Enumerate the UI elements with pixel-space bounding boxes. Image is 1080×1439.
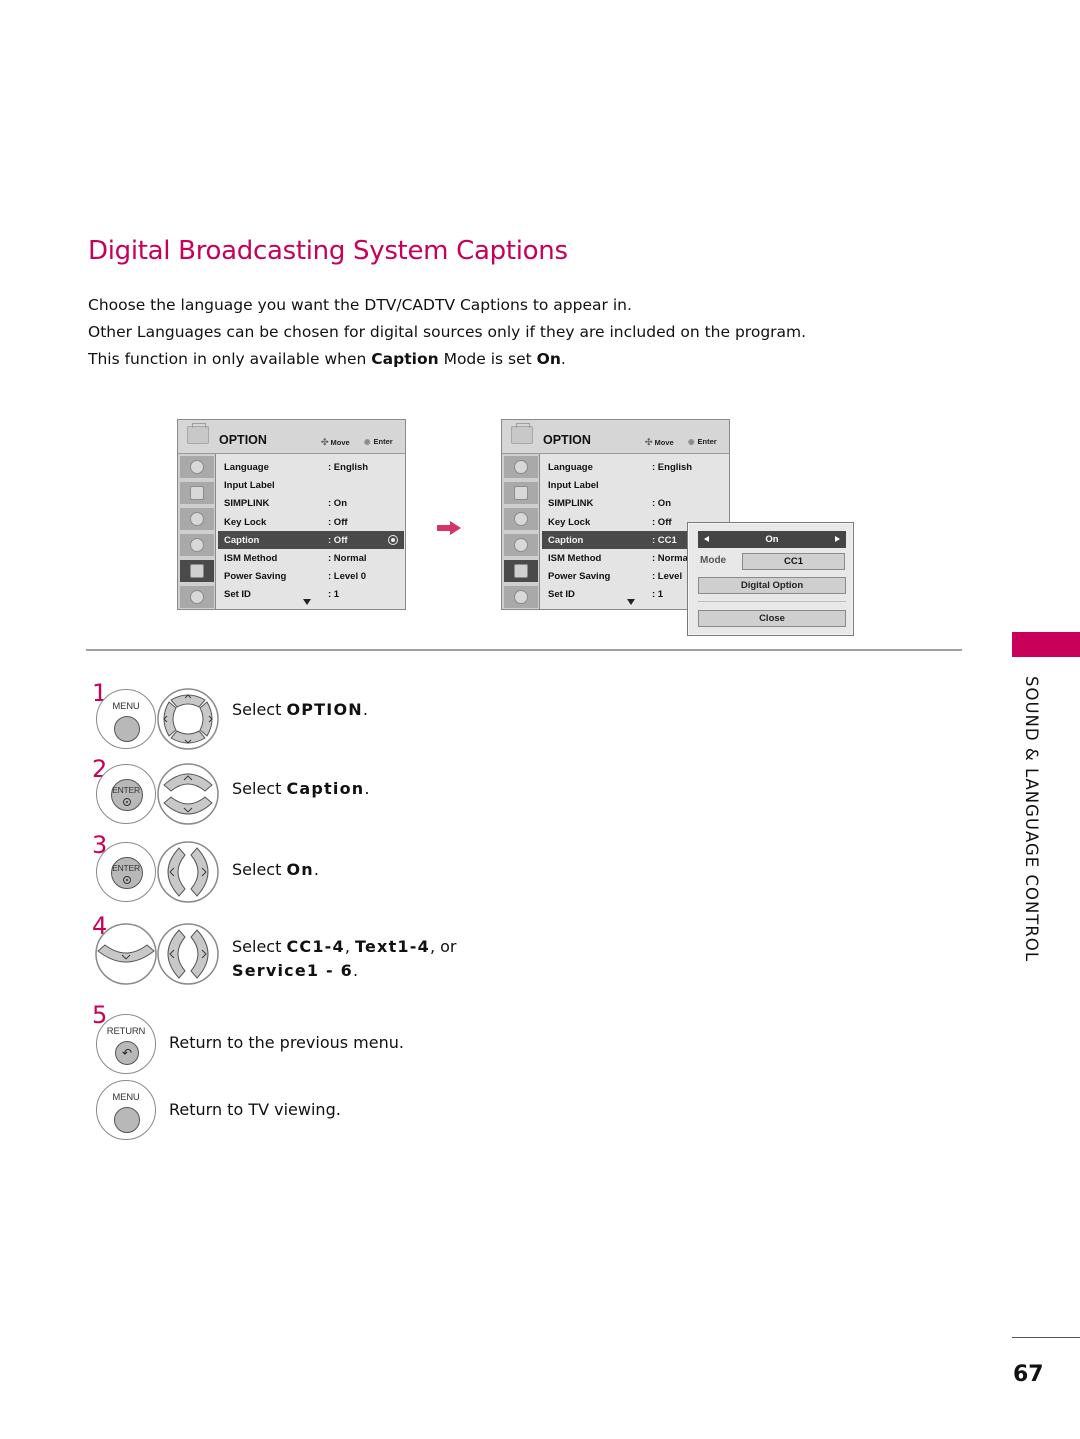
menu-row-input-label[interactable]: Input Label <box>218 476 404 494</box>
section-divider <box>86 649 962 651</box>
menu-row-caption[interactable]: Caption: Off <box>218 530 404 549</box>
enter-hint: ◉ Enter <box>364 437 393 446</box>
enter-dot-icon <box>123 876 131 884</box>
right-triangle-icon[interactable] <box>835 536 840 542</box>
category-picture-icon[interactable] <box>180 482 214 505</box>
page-title: Digital Broadcasting System Captions <box>88 236 568 266</box>
step-2-text: Select Caption. <box>232 779 370 798</box>
category-audio-icon[interactable] <box>180 508 214 531</box>
menu-row-key-lock[interactable]: Key Lock: Off <box>218 513 404 531</box>
option-toolbox-icon <box>511 423 533 444</box>
menu-row-input-label[interactable]: Input Label <box>542 476 728 494</box>
move-arrows-icon: ✣ <box>645 437 653 447</box>
category-lock-icon[interactable] <box>180 586 214 609</box>
scroll-down-arrow-icon[interactable] <box>303 599 311 605</box>
menu-knob-icon <box>114 716 140 742</box>
menu-row-ism-method[interactable]: ISM Method: Normal <box>218 549 404 567</box>
category-time-icon[interactable] <box>180 534 214 557</box>
enter-hint: ◉ Enter <box>688 437 717 446</box>
category-setup-icon[interactable] <box>180 456 214 479</box>
enter-button[interactable]: ENTER <box>96 842 156 902</box>
enter-button[interactable]: ENTER <box>96 764 156 824</box>
return-button[interactable]: RETURN ↶ <box>96 1014 156 1074</box>
enter-radio-icon <box>388 534 398 545</box>
move-hint: ✣ Move <box>321 437 350 447</box>
section-tab-marker <box>1012 632 1080 657</box>
section-label: SOUND & LANGUAGE CONTROL <box>1022 676 1041 963</box>
move-arrows-icon: ✣ <box>321 437 329 447</box>
menu-row-simplink[interactable]: SIMPLINK: On <box>542 494 728 512</box>
scroll-down-arrow-icon[interactable] <box>627 599 635 605</box>
digital-option-button[interactable]: Digital Option <box>698 577 846 594</box>
option-toolbox-icon <box>187 423 209 444</box>
category-picture-icon[interactable] <box>504 482 538 505</box>
caption-state-selector[interactable]: On <box>698 531 846 548</box>
right-arrow-icon <box>437 521 461 535</box>
page-number: 67 <box>1013 1362 1044 1387</box>
enter-dot-icon <box>123 798 131 806</box>
menu-row-power-saving[interactable]: Power Saving: Level 0 <box>218 567 404 585</box>
down-button-icon[interactable] <box>95 923 157 985</box>
menu-button[interactable]: MENU <box>96 689 156 749</box>
up-down-buttons-icon[interactable] <box>157 763 219 825</box>
page-number-rule <box>1012 1337 1080 1338</box>
mode-value-field[interactable]: CC1 <box>742 553 845 570</box>
category-option-icon[interactable] <box>504 560 538 583</box>
enter-dot-icon: ◉ <box>688 437 695 446</box>
menu-row-language[interactable]: Language: English <box>542 458 728 476</box>
osd-title: OPTION <box>543 433 591 447</box>
category-option-icon[interactable] <box>180 560 214 583</box>
intro-text: Choose the language you want the DTV/CAD… <box>88 292 806 373</box>
close-button[interactable]: Close <box>698 610 846 627</box>
popup-divider <box>698 601 846 602</box>
menu-row-set-id[interactable]: Set ID: 1 <box>218 585 404 603</box>
enter-knob-icon <box>111 857 143 889</box>
category-setup-icon[interactable] <box>504 456 538 479</box>
option-list: Language: English Input Label SIMPLINK: … <box>218 458 404 604</box>
step-3-text: Select On. <box>232 860 319 879</box>
intro-line-1: Choose the language you want the DTV/CAD… <box>88 296 632 314</box>
osd-header: OPTION ✣ Move ◉ Enter <box>502 420 729 454</box>
menu-row-language[interactable]: Language: English <box>218 458 404 476</box>
osd-category-sidebar <box>178 454 216 609</box>
move-hint: ✣ Move <box>645 437 674 447</box>
option-menu-before: OPTION ✣ Move ◉ Enter Language: English In… <box>177 419 406 610</box>
enter-dot-icon: ◉ <box>364 437 371 446</box>
menu-button[interactable]: MENU <box>96 1080 156 1140</box>
enter-knob-icon <box>111 779 143 811</box>
return-arrow-icon: ↶ <box>121 1046 133 1060</box>
step-6-text: Return to TV viewing. <box>169 1100 341 1119</box>
left-right-buttons-icon[interactable] <box>157 841 219 903</box>
left-right-buttons-icon[interactable] <box>157 923 219 985</box>
intro-line-3: This function in only available when Cap… <box>88 350 566 368</box>
category-time-icon[interactable] <box>504 534 538 557</box>
caption-popup: On Mode CC1 Digital Option Close <box>687 522 854 636</box>
menu-row-simplink[interactable]: SIMPLINK: On <box>218 494 404 512</box>
step-1-text: Select OPTION. <box>232 700 368 719</box>
mode-label: Mode <box>700 555 727 566</box>
step-4-text: Select CC1-4, Text1-4, or Service1 - 6. <box>232 937 457 980</box>
category-lock-icon[interactable] <box>504 586 538 609</box>
caption-state-value: On <box>765 534 779 545</box>
navigation-pad-icon[interactable] <box>157 688 219 750</box>
osd-header: OPTION ✣ Move ◉ Enter <box>178 420 405 454</box>
left-triangle-icon[interactable] <box>704 536 709 542</box>
osd-category-sidebar <box>502 454 540 609</box>
intro-line-2: Other Languages can be chosen for digita… <box>88 323 807 341</box>
step-5-text: Return to the previous menu. <box>169 1033 404 1052</box>
category-audio-icon[interactable] <box>504 508 538 531</box>
osd-title: OPTION <box>219 433 267 447</box>
menu-knob-icon <box>114 1107 140 1133</box>
